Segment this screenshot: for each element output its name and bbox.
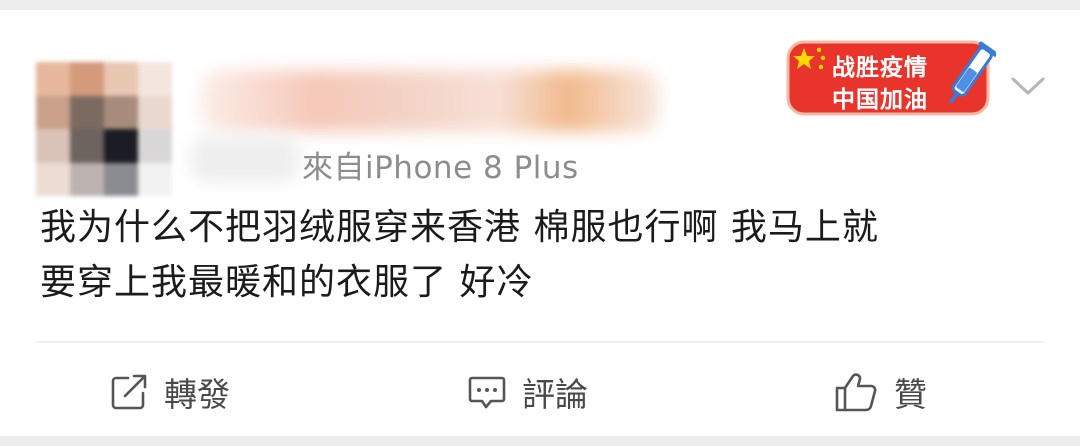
like-button[interactable]: 贊	[832, 362, 927, 422]
campaign-badge[interactable]: 战胜疫情 中国加油	[786, 38, 996, 118]
chevron-down-icon[interactable]	[1008, 72, 1048, 100]
divider	[36, 341, 1044, 343]
repost-label: 轉發	[164, 375, 230, 414]
like-label: 贊	[894, 375, 927, 414]
weibo-post-card: 來自iPhone 8 Plus 战胜疫情 中国加油 我为什么不把羽绒服穿来香港 …	[0, 10, 1080, 436]
content-line: 要穿上我最暖和的衣服了 好冷	[40, 262, 534, 303]
comment-button[interactable]: 評論	[466, 362, 588, 422]
content-line: 我为什么不把羽绒服穿来香港 棉服也行啊 我马上就	[40, 207, 879, 248]
post-content: 我为什么不把羽绒服穿来香港 棉服也行啊 我马上就 要穿上我最暖和的衣服了 好冷	[40, 200, 1050, 310]
badge-line-1: 战胜疫情	[832, 55, 928, 81]
thumbs-up-icon	[832, 368, 880, 416]
post-time	[190, 136, 300, 182]
repost-button[interactable]: 轉發	[108, 362, 230, 422]
avatar[interactable]	[36, 62, 172, 196]
comment-label: 評論	[522, 375, 588, 414]
comment-bubble-icon	[466, 371, 508, 413]
post-source: 來自iPhone 8 Plus	[302, 150, 579, 186]
badge-line-2: 中国加油	[832, 87, 928, 113]
share-square-icon	[108, 371, 150, 413]
username[interactable]	[200, 70, 660, 132]
